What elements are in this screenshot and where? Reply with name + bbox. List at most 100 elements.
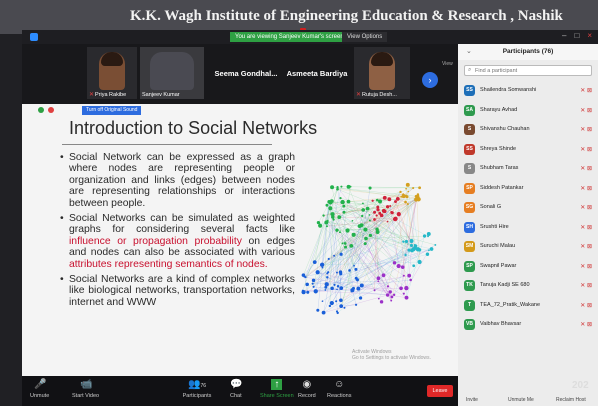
graph-node <box>404 295 409 300</box>
participants-title: Participants (76) <box>502 48 554 55</box>
graph-node <box>392 293 396 297</box>
participant-row[interactable]: SM Suruchi Malau ✕ ⊠ <box>458 238 598 258</box>
graph-node <box>328 304 332 308</box>
graph-node <box>351 232 356 237</box>
reactions-button[interactable]: ☺ Reactions <box>327 379 351 399</box>
avatar: VB <box>464 319 475 330</box>
participant-row[interactable]: TK Tanuja Kadji SE 680 ✕ ⊠ <box>458 277 598 297</box>
graph-node <box>417 248 422 252</box>
invite-button[interactable]: Invite <box>466 397 478 403</box>
graph-node <box>399 190 402 194</box>
participant-row[interactable]: SS Shailendra Somwanshi ✕ ⊠ <box>458 82 598 102</box>
unmute-button[interactable]: 🎤 Unmute <box>30 379 49 399</box>
graph-node <box>412 186 415 190</box>
participant-name: TEA_72_Pratik_Wakane <box>480 301 541 308</box>
unmute-me-button[interactable]: Unmute Me <box>508 397 534 403</box>
slide-bullets: Social Network can be expressed as a gra… <box>60 152 295 312</box>
close-button[interactable]: × <box>587 31 592 40</box>
graph-node <box>422 234 427 238</box>
muted-mic-icon: ✕ ⊠ <box>580 88 592 94</box>
participant-row[interactable]: T TEA_72_Pratik_Wakane ✕ ⊠ <box>458 297 598 317</box>
video-tile[interactable]: Rutuja Desh... ✕ <box>354 47 410 99</box>
muted-mic-icon: ✕ ⊠ <box>580 322 592 328</box>
video-tile[interactable]: Sanjeev Kumar <box>140 47 204 99</box>
maximize-button[interactable]: □ <box>574 31 579 40</box>
muted-mic-icon: ✕ ⊠ <box>580 166 592 172</box>
name-only-tile[interactable]: Seema Gondhal... <box>214 47 278 99</box>
graph-node <box>392 261 397 265</box>
tile-name: Seema Gondhal... <box>214 68 278 78</box>
start-video-button[interactable]: 📹 Start Video <box>72 379 99 399</box>
slide-bullet: Social Networks are a kind of complex ne… <box>60 274 295 308</box>
graph-node <box>337 215 342 220</box>
share-screen-button[interactable]: ↑ Share Screen <box>260 379 294 399</box>
graph-node <box>321 300 324 302</box>
graph-node <box>390 295 394 299</box>
minimize-button[interactable]: – <box>562 31 566 40</box>
graph-node <box>349 244 354 248</box>
graph-node <box>371 199 374 202</box>
graph-node <box>402 274 405 277</box>
graph-node <box>316 308 320 312</box>
graph-node <box>357 224 362 229</box>
graph-node <box>348 269 351 272</box>
participant-row[interactable]: SA Sharayu Avhad ✕ ⊠ <box>458 102 598 122</box>
graph-node <box>373 218 376 221</box>
slide-title: Introduction to Social Networks <box>69 118 318 138</box>
graph-node <box>426 231 431 236</box>
participant-search[interactable]: ⌕ <box>464 65 592 76</box>
gallery-view-toggle[interactable]: View <box>442 61 453 67</box>
network-graph-image <box>301 182 437 315</box>
bullet-text: Social Network can be expressed as a gra… <box>69 152 295 209</box>
graph-node <box>362 202 364 205</box>
participant-row[interactable]: SP Swapnil Pawar ✕ ⊠ <box>458 258 598 278</box>
graph-node <box>330 286 334 291</box>
original-sound-button[interactable]: Turn off Original Sound <box>82 106 142 115</box>
bullet-text: Social Networks are a kind of complex ne… <box>69 274 295 308</box>
gallery-next-button[interactable]: › <box>422 72 438 88</box>
graph-node <box>412 264 416 268</box>
graph-node <box>376 208 380 212</box>
avatar: SP <box>464 260 475 272</box>
participant-row[interactable]: SS Shreya Shinde ✕ ⊠ <box>458 141 598 161</box>
reclaim-host-button[interactable]: Reclaim Host <box>556 397 586 403</box>
graph-node <box>376 276 381 281</box>
muted-mic-icon: ✕ ⊠ <box>580 224 592 231</box>
graph-node <box>361 214 364 218</box>
participants-button[interactable]: 👥76 Participants <box>182 379 212 399</box>
graph-node <box>336 288 338 291</box>
chat-button[interactable]: 💬 Chat <box>230 379 243 399</box>
leave-button[interactable]: Leave <box>427 385 453 397</box>
muted-mic-icon: ✕ ⊠ <box>580 244 592 250</box>
participant-row[interactable]: SG Sonali G ✕ ⊠ <box>458 199 598 219</box>
participant-row[interactable]: SP Siddesh Patankar ✕ ⊠ <box>458 180 598 200</box>
participant-row[interactable]: VB Vaibhav Bhavsar ✕ ⊠ <box>458 316 598 336</box>
muted-mic-icon: ✕ ⊠ <box>580 263 592 270</box>
banner-title: K.K. Wagh Institute of Engineering Educa… <box>130 8 563 24</box>
participant-row[interactable]: S Shubham Taras ✕ ⊠ <box>458 160 598 180</box>
view-options-button[interactable]: View Options <box>342 32 388 42</box>
activate-windows-watermark: Activate Windows Go to Settings to activ… <box>352 349 431 361</box>
graph-node <box>325 203 329 207</box>
search-input[interactable] <box>475 67 585 75</box>
participant-row[interactable]: SH Srushti Hire ✕ ⊠ <box>458 219 598 239</box>
search-icon: ⌕ <box>468 67 472 73</box>
graph-node <box>339 304 344 308</box>
graph-node <box>344 245 347 249</box>
video-tile[interactable]: Priya Rakibe ✕ <box>87 47 137 99</box>
participant-video <box>99 52 125 90</box>
graph-node <box>375 230 380 234</box>
muted-mic-icon: ✕ ⊠ <box>580 185 592 192</box>
participant-row[interactable]: S Shivanshu Chauhan ✕ ⊠ <box>458 121 598 141</box>
muted-mic-icon: ✕ ⊠ <box>580 205 592 211</box>
slide-bullet: Social Network can be expressed as a gra… <box>60 152 295 209</box>
graph-node <box>330 185 335 190</box>
graph-node <box>378 199 383 204</box>
graph-node <box>404 285 409 291</box>
graph-node <box>342 204 346 208</box>
record-button[interactable]: ◉ Record <box>298 379 316 399</box>
graph-node <box>316 220 321 225</box>
participant-name: Shubham Taras <box>480 165 519 171</box>
graph-node <box>324 285 328 289</box>
name-only-tile[interactable]: Asmeeta Bardiya <box>284 47 350 99</box>
